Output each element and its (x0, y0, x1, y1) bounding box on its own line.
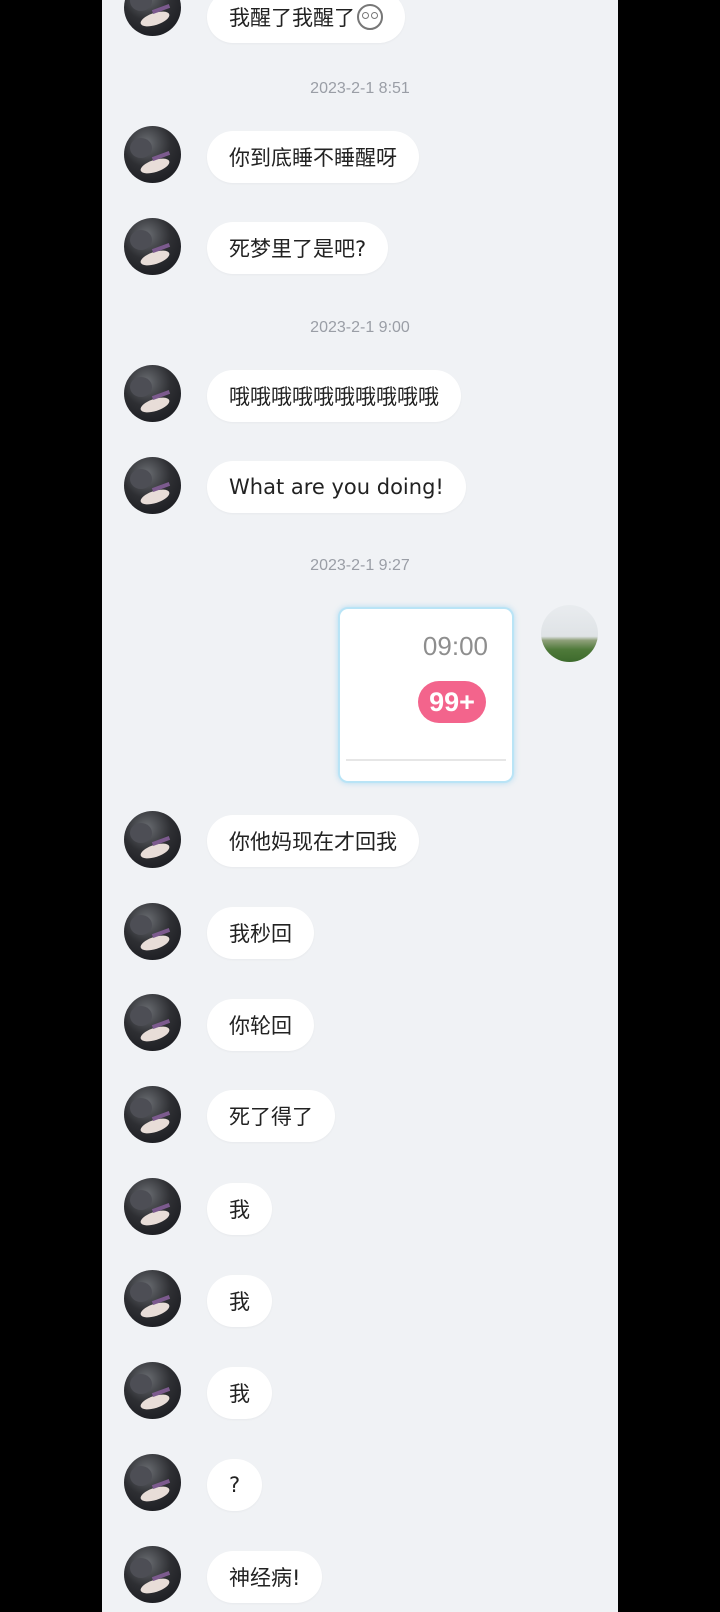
timestamp: 2023-2-1 9:00 (310, 319, 410, 336)
message-text: 你轮回 (229, 1014, 292, 1038)
contact-avatar[interactable] (124, 1086, 181, 1143)
message-text: 我醒了我醒了 (229, 6, 355, 30)
contact-avatar[interactable] (124, 457, 181, 514)
card-content: 09:00 99+ (346, 615, 506, 761)
message-bubble[interactable]: 死梦里了是吧? (207, 222, 389, 274)
message-text: ? (229, 1473, 241, 1497)
message-text: 你到底睡不睡醒呀 (229, 146, 397, 170)
message-bubble[interactable]: 我秒回 (207, 907, 314, 959)
contact-avatar[interactable] (124, 1546, 181, 1603)
contact-avatar[interactable] (124, 811, 181, 868)
contact-avatar[interactable] (124, 0, 181, 36)
timestamp: 2023-2-1 9:27 (310, 557, 410, 574)
chat-area[interactable]: 我醒了我醒了 2023-2-1 8:51 你到底睡不睡醒呀 死梦里了是吧? 20… (102, 0, 618, 1612)
surprised-face-emoji-icon (357, 4, 383, 30)
unread-badge: 99+ (418, 681, 486, 723)
my-avatar[interactable] (541, 605, 598, 662)
contact-avatar[interactable] (124, 903, 181, 960)
message-bubble[interactable]: 我 (207, 1183, 272, 1235)
message-bubble[interactable]: ? (207, 1459, 263, 1511)
message-text: 我 (229, 1290, 250, 1314)
message-bubble[interactable]: 死了得了 (207, 1090, 335, 1142)
message-bubble[interactable]: 神经病! (207, 1551, 323, 1603)
message-text: 哦哦哦哦哦哦哦哦哦哦 (229, 385, 439, 409)
contact-avatar[interactable] (124, 994, 181, 1051)
card-time: 09:00 (422, 631, 488, 661)
contact-avatar[interactable] (124, 1270, 181, 1327)
message-bubble[interactable]: 你轮回 (207, 999, 314, 1051)
message-bubble[interactable]: 你到底睡不睡醒呀 (207, 131, 419, 183)
contact-avatar[interactable] (124, 1454, 181, 1511)
message-bubble[interactable]: 哦哦哦哦哦哦哦哦哦哦 (207, 370, 461, 422)
message-bubble[interactable]: 我 (207, 1275, 272, 1327)
message-bubble[interactable]: 我 (207, 1367, 272, 1419)
contact-avatar[interactable] (124, 365, 181, 422)
message-bubble[interactable]: 我醒了我醒了 (207, 0, 405, 43)
message-text: 你他妈现在才回我 (229, 830, 397, 854)
message-text: What are you doing! (229, 475, 444, 499)
message-text: 我 (229, 1382, 250, 1406)
contact-avatar[interactable] (124, 1362, 181, 1419)
message-bubble[interactable]: What are you doing! (207, 461, 466, 513)
contact-avatar[interactable] (124, 126, 181, 183)
message-bubble[interactable]: 你他妈现在才回我 (207, 815, 419, 867)
message-text: 死了得了 (229, 1105, 313, 1129)
image-message-card[interactable]: 09:00 99+ (338, 607, 514, 783)
message-text: 死梦里了是吧? (229, 237, 367, 261)
contact-avatar[interactable] (124, 218, 181, 275)
contact-avatar[interactable] (124, 1178, 181, 1235)
message-text: 神经病! (229, 1566, 301, 1590)
timestamp: 2023-2-1 8:51 (310, 80, 410, 97)
message-text: 我 (229, 1198, 250, 1222)
message-text: 我秒回 (229, 922, 292, 946)
